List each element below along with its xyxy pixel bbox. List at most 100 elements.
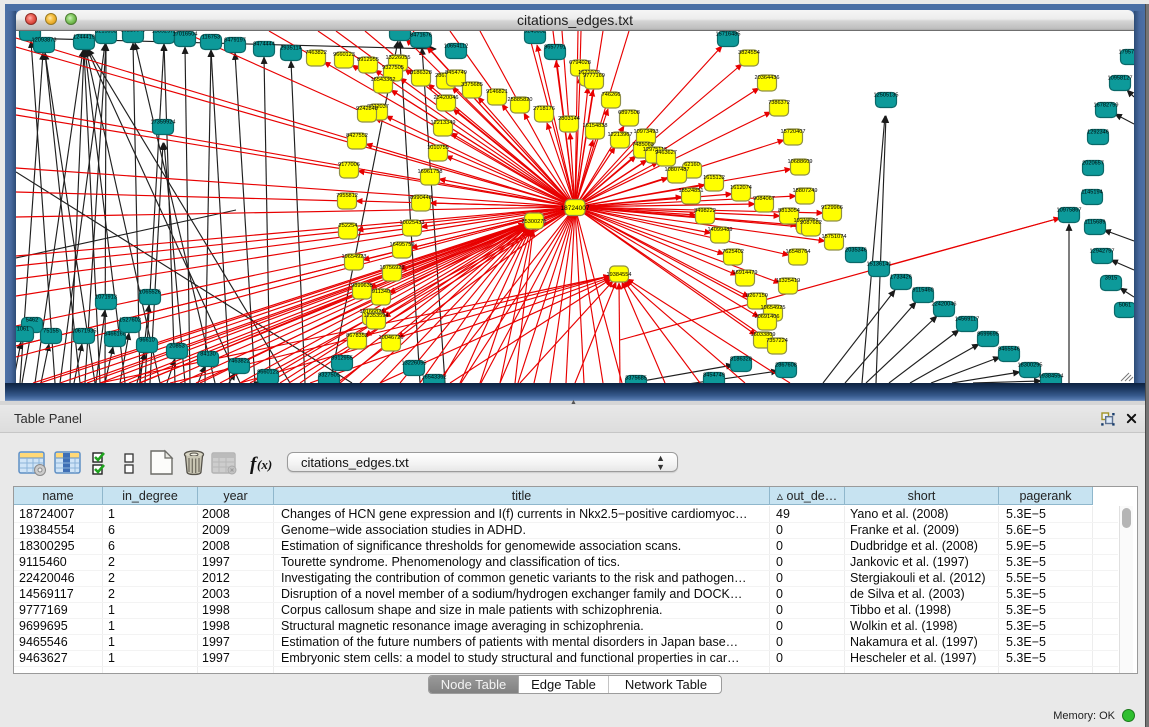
svg-text:9777169: 9777169 (583, 73, 605, 79)
svg-text:12353594: 12353594 (364, 313, 389, 319)
svg-text:16154838: 16154838 (583, 123, 608, 129)
svg-text:12213349: 12213349 (431, 120, 456, 126)
svg-text:1065526: 1065526 (139, 289, 161, 295)
svg-text:9463627: 9463627 (655, 150, 677, 156)
svg-text:2035346: 2035346 (845, 247, 867, 253)
svg-text:19384554: 19384554 (1039, 373, 1064, 379)
svg-text:11325419: 11325419 (776, 278, 800, 284)
svg-text:9660123: 9660123 (333, 52, 355, 58)
svg-text:10958127: 10958127 (1108, 75, 1133, 81)
svg-text:9129966: 9129966 (821, 205, 843, 211)
svg-text:911340: 911340 (372, 289, 390, 295)
svg-text:1612074: 1612074 (730, 185, 752, 191)
svg-text:19654925: 19654925 (761, 305, 786, 311)
svg-text:9699695: 9699695 (977, 331, 999, 337)
svg-text:252254: 252254 (339, 223, 358, 229)
svg-text:18807249: 18807249 (793, 188, 818, 194)
svg-text:2718176: 2718176 (533, 106, 555, 112)
svg-text:16543362: 16543362 (422, 374, 447, 380)
svg-text:6897508: 6897508 (618, 110, 640, 116)
svg-text:15136141: 15136141 (867, 261, 892, 267)
svg-text:9245652: 9245652 (524, 31, 546, 34)
svg-text:19384554: 19384554 (607, 272, 632, 278)
svg-text:8912955: 8912955 (331, 355, 353, 361)
svg-text:25300275: 25300275 (522, 219, 547, 225)
svg-text:16210643: 16210643 (121, 31, 146, 33)
svg-text:2020657: 2020657 (1082, 160, 1104, 166)
svg-text:84130: 84130 (200, 351, 216, 357)
svg-text:9146821: 9146821 (486, 89, 508, 95)
svg-text:16495759: 16495759 (390, 242, 415, 248)
svg-text:8454749: 8454749 (445, 70, 467, 76)
svg-text:9474444: 9474444 (253, 41, 275, 47)
svg-text:1733426: 1733426 (890, 274, 912, 280)
svg-text:1145194: 1145194 (1081, 189, 1102, 195)
svg-text:75155: 75155 (43, 328, 59, 334)
svg-text:3375685: 3375685 (625, 375, 647, 381)
svg-text:8990448: 8990448 (410, 195, 432, 201)
svg-text:17016504: 17016504 (173, 31, 198, 37)
svg-text:19654923: 19654923 (342, 254, 367, 260)
svg-text:12213967: 12213967 (608, 132, 633, 138)
svg-text:2087682: 2087682 (800, 220, 822, 226)
svg-text:3375685: 3375685 (461, 82, 483, 88)
svg-text:9084067: 9084067 (753, 196, 775, 202)
svg-text:10046726: 10046726 (379, 335, 404, 341)
svg-text:8186328: 8186328 (410, 70, 432, 76)
svg-text:18300295: 18300295 (1018, 362, 1043, 368)
svg-text:2803144: 2803144 (558, 116, 580, 122)
svg-text:1071913: 1071913 (95, 294, 117, 300)
svg-text:9899635: 9899635 (351, 283, 373, 289)
svg-text:12505135: 12505135 (874, 92, 899, 98)
svg-text:10807487: 10807487 (665, 167, 690, 173)
svg-text:18724007: 18724007 (561, 205, 590, 212)
svg-text:13226055: 13226055 (402, 360, 427, 366)
svg-text:6794028: 6794028 (569, 60, 591, 66)
svg-text:20364436: 20364436 (755, 75, 780, 81)
svg-text:7625402: 7625402 (722, 249, 744, 255)
svg-text:7463822: 7463822 (305, 50, 327, 56)
svg-text:8427552: 8427552 (346, 133, 368, 139)
svg-text:1115689: 1115689 (1085, 219, 1106, 225)
svg-text:5061: 5061 (1119, 302, 1131, 308)
svg-text:7357224: 7357224 (766, 338, 788, 344)
svg-text:16543362: 16543362 (371, 77, 396, 83)
svg-text:12093873: 12093873 (32, 37, 57, 43)
svg-text:8267150: 8267150 (746, 293, 768, 299)
svg-text:2867608: 2867608 (775, 362, 797, 368)
svg-text:14569117: 14569117 (955, 316, 979, 322)
svg-text:10973493: 10973493 (634, 129, 659, 135)
svg-text:9660123: 9660123 (257, 369, 279, 375)
svg-text:19756928: 19756928 (380, 265, 405, 271)
svg-text:3498222: 3498222 (694, 208, 716, 214)
svg-text:16782759: 16782759 (1094, 102, 1119, 108)
svg-text:7386372: 7386372 (768, 100, 790, 106)
svg-text:5462: 5462 (26, 317, 38, 323)
svg-text:1061: 1061 (17, 326, 29, 332)
svg-text:(x): (x) (257, 457, 272, 472)
svg-text:9327505: 9327505 (318, 372, 340, 378)
svg-text:10025433: 10025433 (400, 220, 425, 226)
svg-text:746266: 746266 (602, 92, 621, 98)
svg-text:1527602: 1527602 (119, 317, 141, 323)
svg-text:3915: 3915 (1105, 275, 1117, 281)
svg-text:10671935: 10671935 (72, 328, 97, 334)
svg-text:9242848: 9242848 (356, 106, 378, 112)
svg-text:6479197: 6479197 (224, 37, 246, 43)
svg-text:96610: 96610 (139, 337, 155, 343)
svg-text:116753: 116753 (202, 34, 220, 40)
svg-text:15716485: 15716485 (716, 31, 741, 37)
svg-text:9657791: 9657791 (544, 44, 566, 50)
svg-text:13226055: 13226055 (386, 55, 411, 61)
svg-text:20691406: 20691406 (755, 314, 780, 320)
svg-text:9327505: 9327505 (382, 65, 404, 71)
svg-text:3824554: 3824554 (738, 50, 760, 56)
svg-text:8678352: 8678352 (346, 333, 368, 339)
svg-text:9115460: 9115460 (912, 287, 933, 293)
svg-text:22420046: 22420046 (932, 301, 957, 307)
svg-text:10975867: 10975867 (1057, 207, 1082, 213)
svg-text:9465546: 9465546 (998, 346, 1020, 352)
svg-text:14099489: 14099489 (708, 227, 733, 233)
svg-text:1244419: 1244419 (73, 34, 95, 40)
svg-text:23420046: 23420046 (434, 95, 459, 101)
